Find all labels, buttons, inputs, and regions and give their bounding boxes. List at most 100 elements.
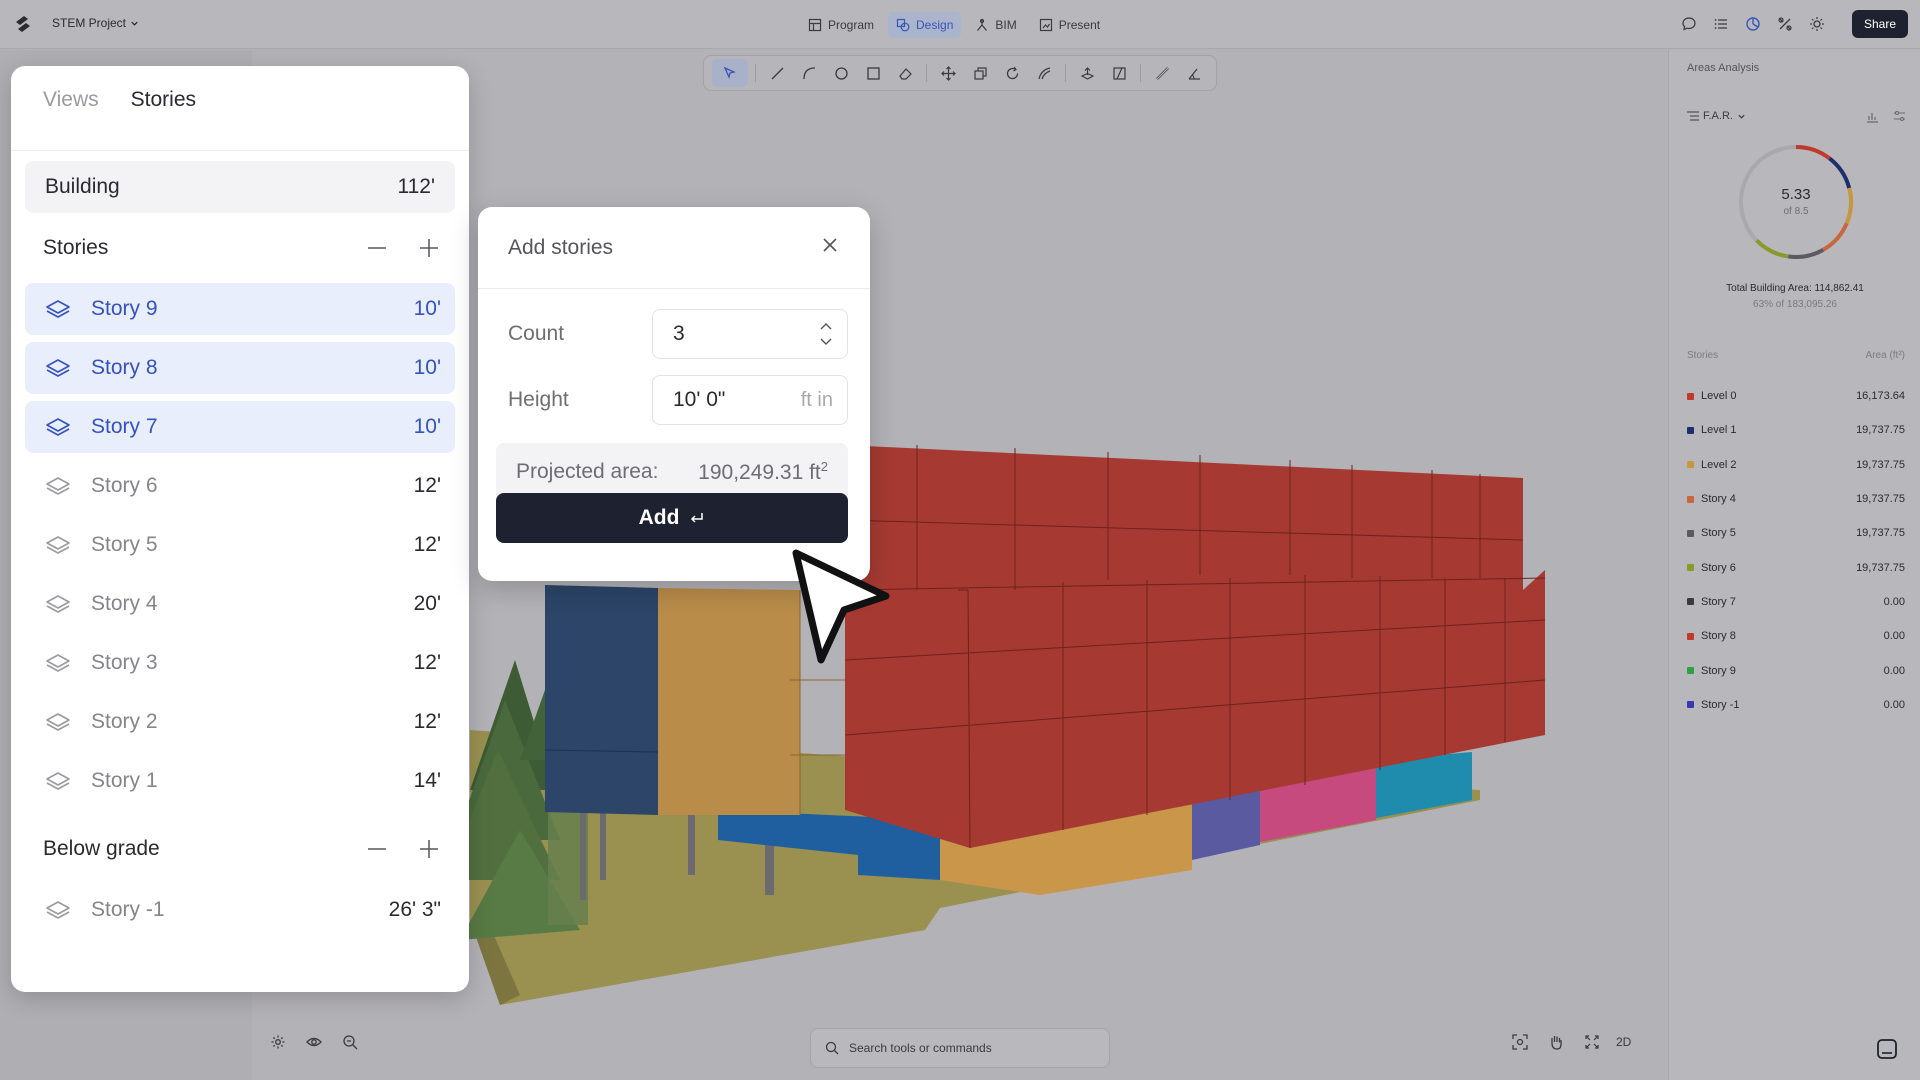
- area-list-item[interactable]: Story 8 0.00: [1687, 619, 1905, 653]
- rotate-tool[interactable]: [998, 59, 1026, 87]
- area-list-item[interactable]: Story -1 0.00: [1687, 688, 1905, 722]
- circle-tool[interactable]: [827, 59, 855, 87]
- story-row[interactable]: Story 9 10': [25, 283, 455, 335]
- story-row[interactable]: Story 1 14': [25, 755, 455, 807]
- bar-chart-icon[interactable]: [1866, 110, 1879, 123]
- list-icon[interactable]: [1712, 15, 1730, 33]
- area-list-item[interactable]: Level 1 19,737.75: [1687, 413, 1905, 447]
- settings-button[interactable]: [266, 1030, 290, 1054]
- extrude-tool[interactable]: [1073, 59, 1101, 87]
- zoom-button[interactable]: [338, 1030, 362, 1054]
- app-logo-icon[interactable]: [14, 14, 32, 34]
- frame-button[interactable]: [1508, 1030, 1532, 1054]
- angle-tool[interactable]: [1180, 59, 1208, 87]
- chevron-down-icon: [1738, 114, 1745, 119]
- close-button[interactable]: [820, 235, 840, 261]
- story-row[interactable]: Story 6 12': [25, 460, 455, 512]
- height-field[interactable]: 10' 0" ft in: [652, 375, 848, 425]
- chevron-down-icon[interactable]: [819, 337, 833, 347]
- visibility-button[interactable]: [302, 1030, 326, 1054]
- building-label: Building: [45, 175, 120, 198]
- pointer-icon: [723, 66, 736, 79]
- offset-tool[interactable]: [1030, 59, 1058, 87]
- move-tool[interactable]: [934, 59, 962, 87]
- design-icon: [896, 18, 910, 32]
- tab-views[interactable]: Views: [43, 88, 99, 130]
- tab-present[interactable]: Present: [1031, 12, 1108, 38]
- comment-icon[interactable]: [1680, 15, 1698, 33]
- building-row[interactable]: Building 112': [25, 161, 455, 213]
- color-swatch: [1687, 564, 1694, 572]
- color-swatch: [1687, 495, 1694, 503]
- layers-icon: [46, 477, 70, 495]
- count-stepper[interactable]: 3: [652, 309, 848, 359]
- below-grade-list: Story -1 26' 3": [11, 884, 469, 936]
- area-list-item[interactable]: Level 2 19,737.75: [1687, 448, 1905, 482]
- rectangle-tool[interactable]: [859, 59, 887, 87]
- remove-story-button[interactable]: [365, 236, 389, 260]
- area-list: Level 0 16,173.64 Level 1 19,737.75 Level 2 1…: [1687, 379, 1905, 722]
- fit-button[interactable]: [1580, 1030, 1604, 1054]
- sun-icon[interactable]: [1808, 15, 1826, 33]
- total-area-percent: 63% of 183,095.26: [1753, 299, 1837, 310]
- tools-icon[interactable]: [1776, 15, 1794, 33]
- tab-stories[interactable]: Stories: [131, 88, 196, 130]
- line-tool[interactable]: [763, 59, 791, 87]
- area-item-name: Level 0: [1701, 390, 1737, 403]
- area-item-value: 19,737.75: [1856, 458, 1905, 471]
- select-tool[interactable]: [712, 59, 748, 87]
- area-item-name: Story -1: [1701, 698, 1740, 711]
- measure-tool[interactable]: [1148, 59, 1176, 87]
- panel-title: Areas Analysis: [1687, 62, 1760, 74]
- metric-selector[interactable]: F.A.R.: [1687, 110, 1746, 122]
- area-list-item[interactable]: Story 9 0.00: [1687, 653, 1905, 687]
- area-item-value: 0.00: [1883, 664, 1905, 677]
- arc-tool[interactable]: [795, 59, 823, 87]
- area-list-item[interactable]: Story 4 19,737.75: [1687, 482, 1905, 516]
- areas-analysis-panel: Areas Analysis F.A.R. 5.33 of 8.5 Total …: [1668, 50, 1920, 1080]
- chevron-up-icon[interactable]: [819, 321, 833, 331]
- area-list-item[interactable]: Story 7 0.00: [1687, 585, 1905, 619]
- add-button[interactable]: Add: [496, 493, 848, 543]
- add-stories-dialog: Add stories Count 3 Height 10' 0" ft in …: [478, 207, 870, 581]
- tab-design[interactable]: Design: [888, 12, 962, 38]
- sliders-icon[interactable]: [1893, 110, 1906, 123]
- area-list-item[interactable]: Level 0 16,173.64: [1687, 379, 1905, 413]
- focus-icon: [1512, 1034, 1528, 1050]
- eraser-tool[interactable]: [891, 59, 919, 87]
- view-2d-toggle[interactable]: 2D: [1616, 1035, 1631, 1049]
- tab-program[interactable]: Program: [800, 12, 882, 38]
- story-row[interactable]: Story 2 12': [25, 696, 455, 748]
- toolbar-divider: [1140, 64, 1141, 82]
- projected-unit-exponent: 2: [820, 459, 828, 474]
- story-row[interactable]: Story 4 20': [25, 578, 455, 630]
- tab-bim[interactable]: BIM: [967, 12, 1024, 38]
- share-button[interactable]: Share: [1851, 10, 1908, 38]
- story-row[interactable]: Story 7 10': [25, 401, 455, 453]
- toolbar-divider: [1065, 64, 1066, 82]
- mouse-cursor-icon: [792, 549, 890, 664]
- metric-label: F.A.R.: [1703, 110, 1733, 122]
- story-name: Story 5: [91, 533, 158, 556]
- area-list-item[interactable]: Story 6 19,737.75: [1687, 550, 1905, 584]
- story-row[interactable]: Story 5 12': [25, 519, 455, 571]
- pan-button[interactable]: [1544, 1030, 1568, 1054]
- copy-tool[interactable]: [966, 59, 994, 87]
- add-story-button[interactable]: [417, 236, 441, 260]
- command-search[interactable]: Search tools or commands: [810, 1028, 1110, 1068]
- story-row[interactable]: Story -1 26' 3": [25, 884, 455, 936]
- panel-tools: [1866, 110, 1906, 123]
- analytics-icon[interactable]: [1744, 15, 1762, 33]
- story-row[interactable]: Story 3 12': [25, 637, 455, 689]
- add-below-grade-button[interactable]: [417, 837, 441, 861]
- story-name: Story 4: [91, 592, 158, 615]
- area-list-item[interactable]: Story 5 19,737.75: [1687, 516, 1905, 550]
- story-row[interactable]: Story 8 10': [25, 342, 455, 394]
- remove-below-grade-button[interactable]: [365, 837, 389, 861]
- story-height: 26' 3": [388, 898, 441, 921]
- enter-key-icon: [691, 513, 704, 523]
- chat-icon[interactable]: [1876, 1038, 1898, 1060]
- project-selector[interactable]: STEM Project: [52, 16, 139, 30]
- height-label: Height: [508, 388, 569, 411]
- section-tool[interactable]: [1105, 59, 1133, 87]
